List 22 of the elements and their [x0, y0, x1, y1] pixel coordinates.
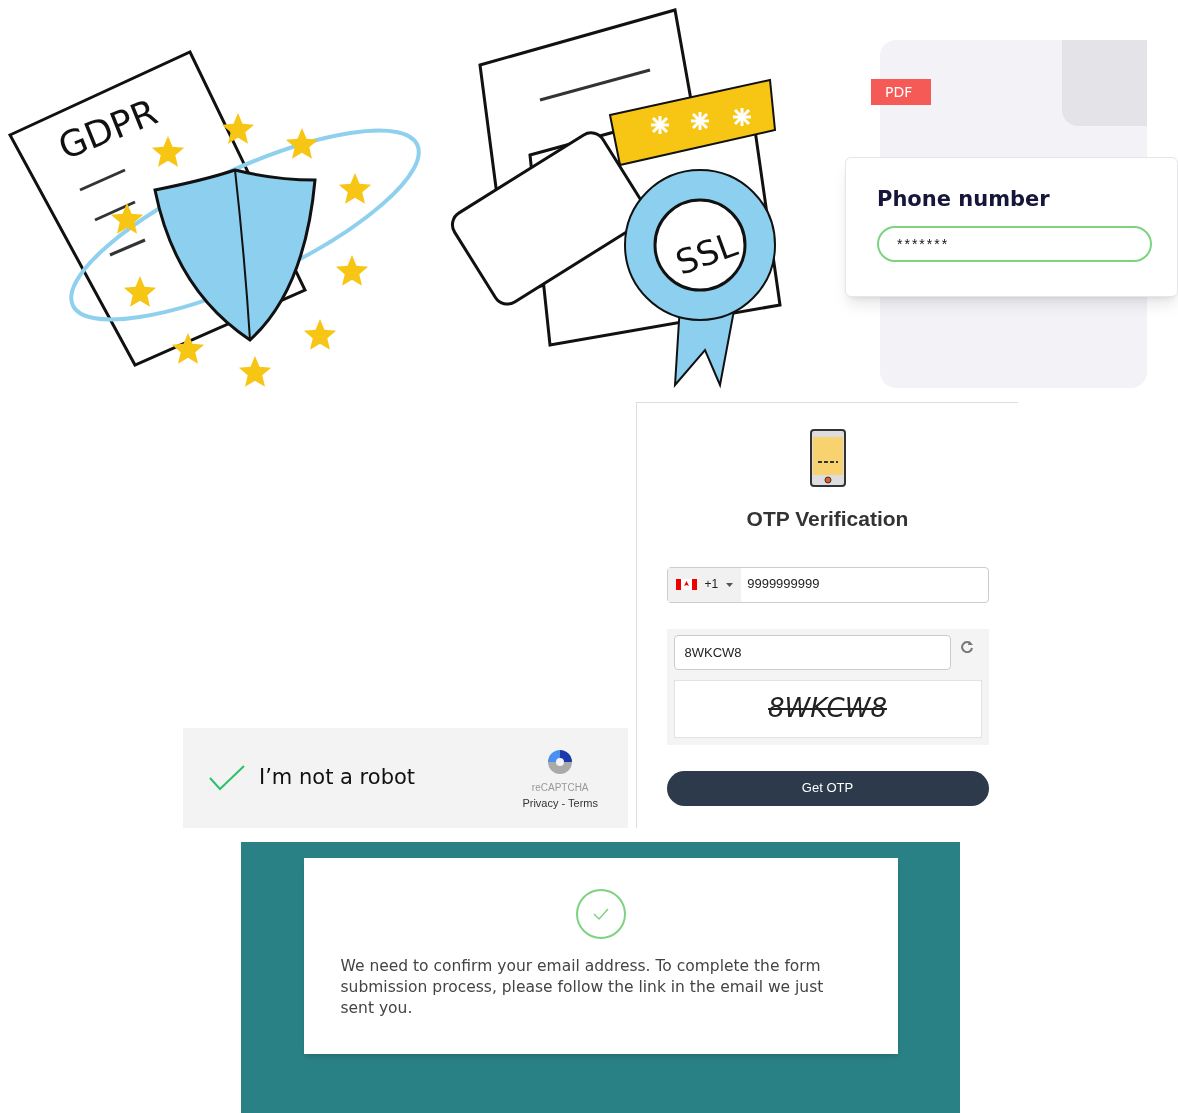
privacy-terms-link[interactable]: Privacy - Terms: [522, 795, 598, 812]
confirmation-message: We need to confirm your email address. To complete the form submission process, please follow the link in the email we just sent you.: [340, 956, 825, 1019]
get-otp-button[interactable]: Get OTP: [666, 770, 989, 806]
page-fold-icon: [1062, 40, 1147, 126]
phone-value: 9999999999: [746, 575, 820, 594]
country-code-selector[interactable]: +1: [667, 567, 742, 602]
pdf-badge: PDF: [871, 79, 931, 105]
recaptcha-brand: reCAPTCHA: [531, 781, 589, 796]
refresh-icon[interactable]: [960, 640, 973, 653]
phone-number-field[interactable]: +1 9999999999: [666, 566, 989, 603]
canada-flag-icon: [675, 579, 697, 590]
phone-icon: [809, 429, 846, 487]
check-circle-icon: [574, 888, 627, 940]
country-code: +1: [704, 575, 719, 593]
phone-field[interactable]: *******: [877, 226, 1152, 263]
captcha-text: 8WKCW8: [768, 692, 887, 725]
captcha-field[interactable]: 8WKCW8: [673, 634, 951, 670]
recaptcha-label: I’m not a robot: [259, 764, 416, 792]
otp-title: OTP Verification: [746, 506, 909, 532]
checkmark-icon[interactable]: [209, 765, 245, 791]
field-label: Phone number: [877, 186, 1051, 213]
caret-icon: [726, 582, 734, 587]
